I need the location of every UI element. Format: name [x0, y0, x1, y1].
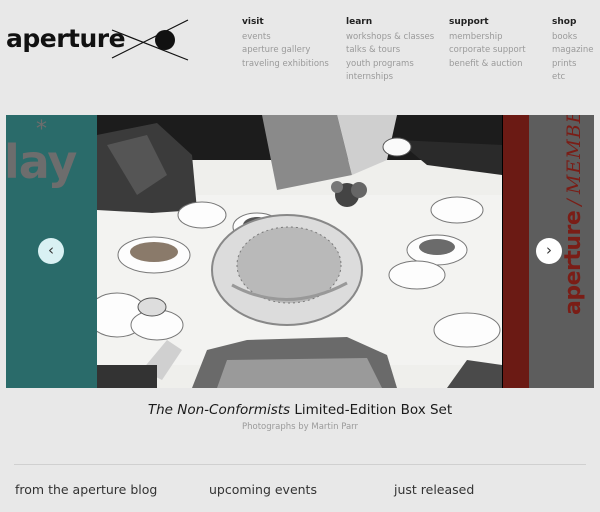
nav-link-aperture-gallery[interactable]: aperture gallery: [242, 44, 329, 57]
nav-link-internships[interactable]: internships: [346, 71, 434, 84]
nav-link-benefit-auction[interactable]: benefit & auction: [449, 58, 526, 71]
feature-title-rest: Limited-Edition Box Set: [290, 402, 453, 418]
nav-shop: shop books magazine prints etc: [552, 17, 594, 84]
section-divider: [14, 464, 586, 465]
carousel-prev-button[interactable]: ‹: [38, 238, 64, 264]
nav-link-books[interactable]: books: [552, 31, 594, 44]
nav-heading-learn[interactable]: learn: [346, 17, 434, 27]
nav-heading-support[interactable]: support: [449, 17, 526, 27]
carousel-next-button[interactable]: ›: [536, 238, 562, 264]
section-blog[interactable]: from the aperture blog: [15, 482, 157, 497]
nav-heading-visit[interactable]: visit: [242, 17, 329, 27]
featured-photo[interactable]: [97, 115, 502, 388]
membership-promo-text: aperture / MEMBERSHIP: [561, 115, 586, 315]
site-header: aperture visit events aperture gallery t…: [0, 0, 600, 98]
nav-learn: learn workshops & classes talks & tours …: [346, 17, 434, 84]
feature-subtitle: Photographs by Martin Parr: [242, 422, 358, 432]
promo-slash: /: [563, 199, 585, 206]
nav-link-membership[interactable]: membership: [449, 31, 526, 44]
nav-link-talks-tours[interactable]: talks & tours: [346, 44, 434, 57]
site-logo[interactable]: aperture: [6, 24, 126, 53]
section-just-released[interactable]: just released: [394, 482, 474, 497]
nav-link-events[interactable]: events: [242, 31, 329, 44]
nav-link-prints[interactable]: prints: [552, 58, 594, 71]
section-upcoming-events[interactable]: upcoming events: [209, 482, 317, 497]
nav-heading-shop[interactable]: shop: [552, 17, 594, 27]
nav-support: support membership corporate support ben…: [449, 17, 526, 71]
nav-link-etc[interactable]: etc: [552, 71, 594, 84]
promo-brand: aperture: [561, 210, 586, 315]
nav-link-workshops[interactable]: workshops & classes: [346, 31, 434, 44]
nav-link-traveling-exhibitions[interactable]: traveling exhibitions: [242, 58, 329, 71]
nav-link-magazine[interactable]: magazine: [552, 44, 594, 57]
feature-title[interactable]: The Non-Conformists Limited-Edition Box …: [0, 402, 600, 418]
feature-caption: The Non-Conformists Limited-Edition Box …: [0, 402, 600, 432]
hero-carousel[interactable]: * lay aperture / MEMBERSHIP: [6, 115, 594, 388]
nav-visit: visit events aperture gallery traveling …: [242, 17, 329, 71]
nav-link-corporate-support[interactable]: corporate support: [449, 44, 526, 57]
prev-slide-text: lay: [6, 135, 77, 189]
feature-title-italic: The Non-Conformists: [147, 402, 291, 418]
nav-link-youth-programs[interactable]: youth programs: [346, 58, 434, 71]
x-circle-mark-icon[interactable]: [110, 16, 190, 64]
promo-word: MEMBERSHIP: [563, 115, 585, 195]
